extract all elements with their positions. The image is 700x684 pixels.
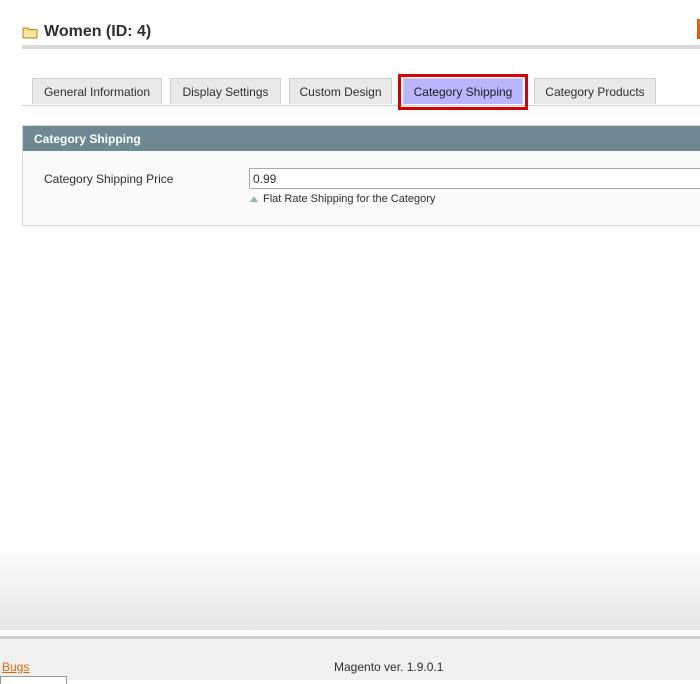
tab-general-information[interactable]: General Information xyxy=(32,78,162,104)
note-arrow-icon xyxy=(250,196,258,202)
tab-label: Category Products xyxy=(545,84,645,99)
folder-icon xyxy=(22,24,38,40)
tab-bar: General Information Display Settings Cus… xyxy=(22,74,700,106)
shipping-price-label: Category Shipping Price xyxy=(44,172,174,186)
shipping-price-input[interactable] xyxy=(249,168,700,189)
tab-category-shipping[interactable]: Category Shipping xyxy=(403,78,523,104)
field-note: Flat Rate Shipping for the Category xyxy=(250,193,435,205)
locale-select[interactable] xyxy=(0,676,67,684)
tab-label: General Information xyxy=(43,84,151,99)
tab-custom-design[interactable]: Custom Design xyxy=(289,78,392,104)
tab-label: Custom Design xyxy=(299,84,382,99)
page-background xyxy=(0,540,700,630)
tab-display-settings[interactable]: Display Settings xyxy=(170,78,281,104)
page-title: Women (ID: 4) xyxy=(44,23,152,40)
tab-label: Display Settings xyxy=(182,84,269,99)
version-text: Magento ver. 1.9.0.1 xyxy=(334,660,444,674)
note-text: Flat Rate Shipping for the Category xyxy=(263,193,436,205)
category-shipping-section: Category Shipping Category Shipping Pric… xyxy=(22,125,700,226)
tab-label: Category Shipping xyxy=(413,84,513,99)
section-title: Category Shipping xyxy=(23,126,700,151)
tab-category-products[interactable]: Category Products xyxy=(534,78,656,104)
header-divider xyxy=(22,45,700,49)
report-bugs-link[interactable]: Bugs xyxy=(2,660,29,674)
page-header: Women (ID: 4) xyxy=(22,20,151,44)
